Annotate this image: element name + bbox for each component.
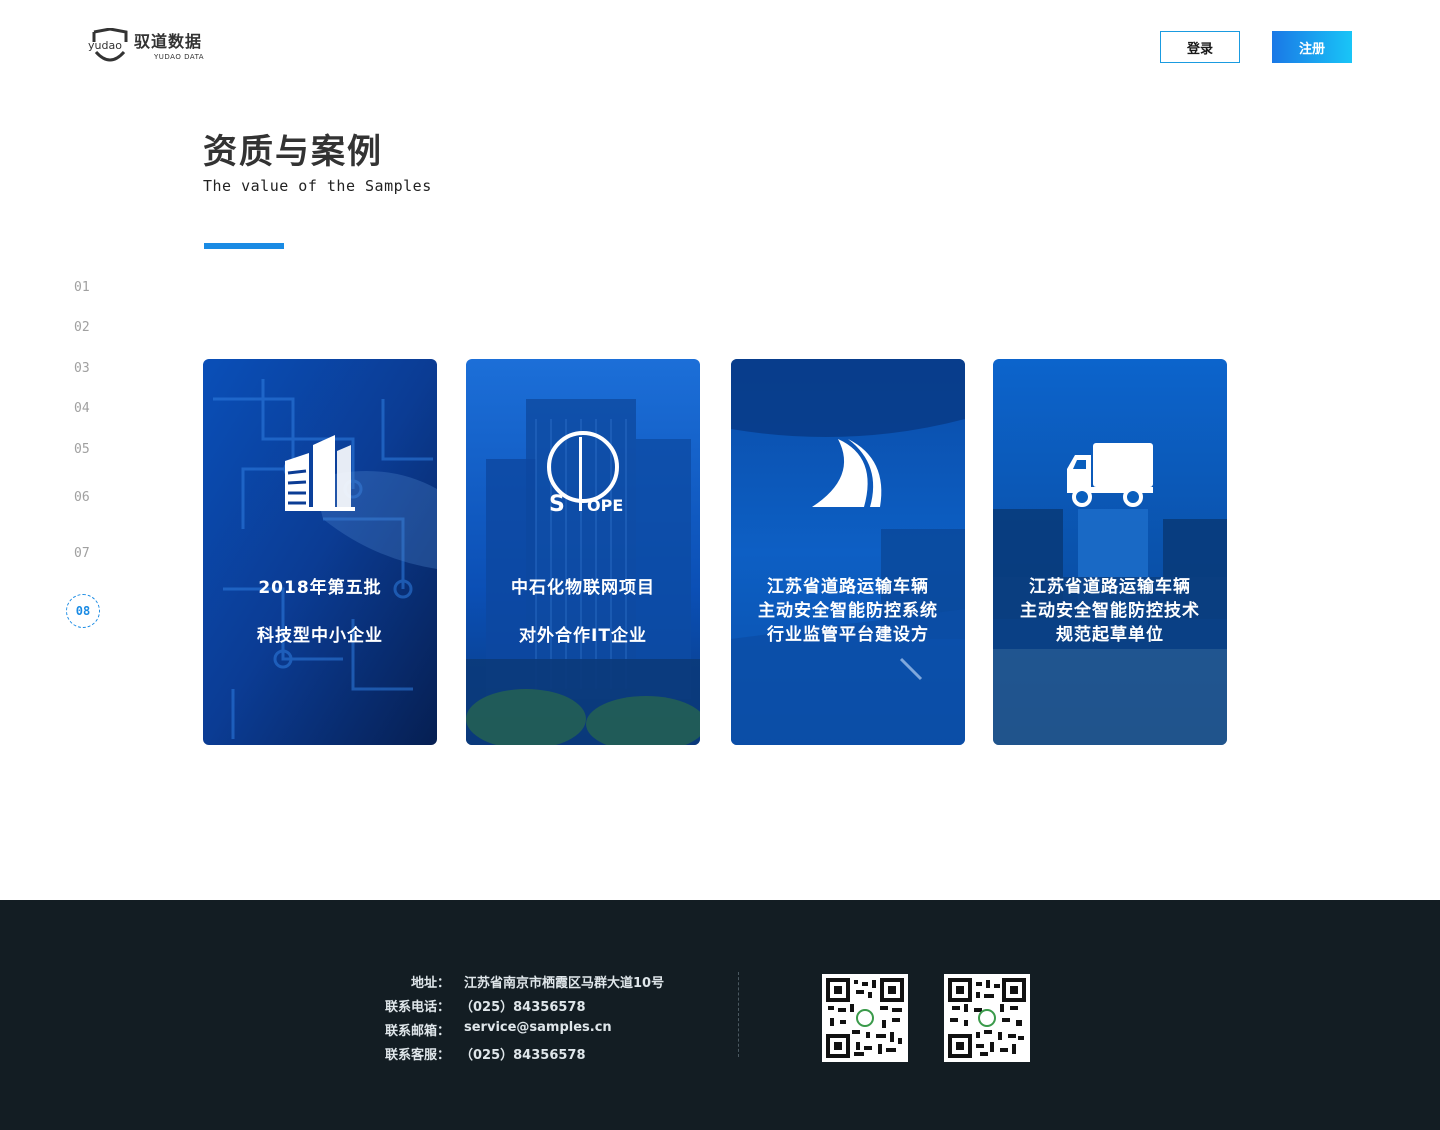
footer	[0, 900, 1440, 1130]
logo-mark-text: yudao	[88, 39, 122, 52]
nav-item-08-active[interactable]: 08	[66, 594, 100, 628]
card-1-line-1: 2018年第五批	[258, 578, 382, 598]
card-4-line-2: 主动安全智能防控技术	[1020, 601, 1200, 621]
logo-subname: YUDAO DATA	[154, 53, 205, 61]
nav-item-06[interactable]: 06	[74, 490, 90, 505]
shield-logo-icon: yudao	[88, 27, 132, 66]
qr-code-2	[944, 974, 1030, 1062]
road-icon	[812, 439, 882, 507]
nav-item-04[interactable]: 04	[74, 401, 90, 416]
qr-code-icon	[826, 978, 904, 1058]
building-icon	[285, 435, 355, 511]
page-title: 资质与案例	[203, 132, 383, 172]
address-value: 江苏省南京市栖霞区马群大道10号	[464, 976, 665, 991]
logo[interactable]: yudao 驭道数据 YUDAO DATA	[88, 27, 205, 66]
qr-code-icon	[948, 978, 1026, 1058]
header: yudao 驭道数据 YUDAO DATA 登录 注册	[0, 0, 1440, 95]
nav-item-02[interactable]: 02	[74, 320, 90, 335]
service-value[interactable]: （025）84356578	[460, 1044, 586, 1063]
case-card-2[interactable]: S OPEC 中石化物联网项目 对外合作IT企业	[466, 359, 700, 745]
service-label: 联系客服：	[384, 1048, 450, 1063]
svg-text:OPEC: OPEC	[587, 496, 623, 515]
footer-divider	[738, 972, 740, 1057]
nav-item-05[interactable]: 05	[74, 442, 90, 457]
card-3-line-2: 主动安全智能防控系统	[758, 601, 938, 621]
card-2-line-1: 中石化物联网项目	[511, 578, 655, 598]
nav-item-03[interactable]: 03	[74, 361, 90, 376]
card-2-line-2: 对外合作IT企业	[519, 626, 647, 646]
truck-icon	[1067, 443, 1153, 507]
card-4-line-1: 江苏省道路运输车辆	[1029, 577, 1191, 597]
login-button[interactable]: 登录	[1160, 31, 1240, 63]
phone-value[interactable]: （025）84356578	[460, 996, 586, 1015]
card-2-background	[466, 359, 700, 745]
card-4-background	[993, 359, 1227, 745]
email-label: 联系邮箱：	[384, 1024, 450, 1039]
card-3-line-1: 江苏省道路运输车辆	[767, 577, 929, 597]
card-3-background	[731, 359, 965, 745]
sinopec-logo-icon: S OPEC	[547, 431, 623, 515]
nav-item-01[interactable]: 01	[74, 280, 90, 295]
address-label: 地址：	[410, 976, 450, 991]
qr-code-1	[822, 974, 908, 1062]
case-card-4[interactable]: 江苏省道路运输车辆 主动安全智能防控技术 规范起草单位	[993, 359, 1227, 745]
card-1-background	[203, 359, 437, 745]
svg-text:S: S	[549, 492, 565, 515]
title-underline	[204, 243, 284, 249]
phone-label: 联系电话：	[384, 1000, 450, 1015]
logo-name: 驭道数据	[134, 32, 203, 51]
register-button[interactable]: 注册	[1272, 31, 1352, 63]
card-3-line-3: 行业监管平台建设方	[767, 625, 929, 645]
nav-item-07[interactable]: 07	[74, 546, 90, 561]
case-card-3[interactable]: 江苏省道路运输车辆 主动安全智能防控系统 行业监管平台建设方	[731, 359, 965, 745]
card-4-line-3: 规范起草单位	[1056, 625, 1164, 645]
case-card-1[interactable]: 2018年第五批 科技型中小企业	[203, 359, 437, 745]
email-value[interactable]: service@samples.cn	[464, 1020, 612, 1035]
card-1-line-2: 科技型中小企业	[257, 626, 383, 646]
page-subtitle: The value of the Samples	[203, 177, 432, 195]
